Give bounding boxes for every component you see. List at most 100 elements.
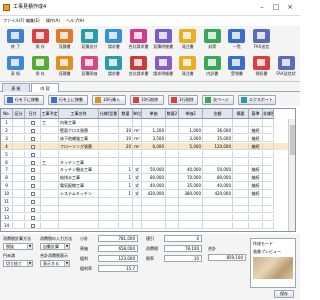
table-row[interactable]: 3 床下地補強工事 10 m² 3,500 3,000 35,000 継続 [1, 134, 295, 143]
table-row[interactable]: 8 給排水工事 1 式 80,000 70,000 80,000 継続 [1, 174, 295, 182]
table-cell-no[interactable]: 4 [1, 142, 13, 151]
table-cell-std[interactable]: 継続 [249, 166, 263, 174]
table-cell-qty2[interactable] [166, 213, 179, 222]
table-cell-price[interactable] [142, 221, 166, 230]
table-cell-name[interactable]: 内装工事 [59, 119, 99, 127]
move-row-up-button[interactable]: 行を上に移動 [48, 95, 88, 105]
close-button[interactable]: × [284, 2, 296, 13]
table-cell-name[interactable]: 給排水工事 [59, 174, 99, 182]
table-cell-qty2[interactable] [166, 174, 179, 182]
table-cell-kubun[interactable] [13, 174, 25, 182]
table-cell-price[interactable] [142, 150, 166, 159]
table-row[interactable]: 6 工キッチン工事 [1, 158, 295, 167]
table-cell-amount[interactable] [203, 213, 233, 222]
table-cell-unit[interactable]: 式 [133, 166, 142, 174]
table-cell-date[interactable] [25, 126, 41, 135]
delete-1-row-button[interactable]: 1行削除 [168, 95, 198, 105]
table-cell-price2[interactable]: 5,000 [179, 142, 203, 151]
table-cell-price[interactable]: 80,000 [142, 174, 166, 182]
table-cell-price[interactable] [142, 205, 166, 214]
toolbar-button-7[interactable]: 見積明細書 [151, 27, 176, 53]
table-row[interactable]: 12 [1, 205, 295, 214]
menu-edit[interactable]: 編集(E) [26, 17, 40, 25]
maximize-button[interactable]: □ [270, 2, 282, 13]
table-cell-date[interactable] [25, 182, 41, 190]
table-row[interactable]: 4 フローリング張替 20 m² 6,000 5,000 120,000 継続 [1, 142, 295, 151]
table-cell-cat[interactable] [41, 198, 59, 206]
table-cell-date[interactable] [25, 134, 41, 143]
table-cell-unit[interactable]: 式 [133, 190, 142, 198]
table-cell-cat[interactable] [41, 213, 59, 222]
table-cell-price2[interactable] [179, 158, 203, 167]
total-field[interactable]: 859,100 [208, 254, 246, 261]
table-cell-price[interactable]: 50,000 [142, 166, 166, 174]
table-cell-price[interactable]: 6,000 [142, 142, 166, 151]
toolbar-button-11[interactable]: FAX送信 [249, 27, 274, 53]
table-cell-qty[interactable] [119, 213, 133, 222]
table-cell-price2[interactable] [179, 150, 203, 159]
table-cell-tax[interactable] [263, 213, 274, 222]
table-cell-qty2[interactable] [166, 158, 179, 167]
table-cell-std[interactable] [249, 198, 263, 206]
table-cell-unit[interactable] [133, 221, 142, 230]
table-cell-name[interactable]: キッチン工事 [59, 158, 99, 167]
table-cell-price2[interactable] [179, 213, 203, 222]
table-cell-unit[interactable] [133, 213, 142, 222]
row-checkbox[interactable] [30, 136, 35, 141]
table-cell-note[interactable] [233, 150, 249, 159]
row-checkbox[interactable] [30, 168, 35, 173]
table-cell-amount[interactable]: 50,000 [203, 166, 233, 174]
table-cell-price[interactable]: 40,000 [142, 182, 166, 190]
table-cell-price[interactable]: 3,500 [142, 134, 166, 143]
table-cell-std[interactable] [249, 158, 263, 167]
table-cell-no[interactable]: 6 [1, 158, 13, 167]
table-cell-unit[interactable] [133, 205, 142, 214]
table-cell-qty[interactable]: 1 [119, 190, 133, 198]
table-cell-date[interactable] [25, 174, 41, 182]
tax-calc-select[interactable]: 税抜 ▼ [3, 243, 33, 250]
table-cell-note[interactable] [233, 119, 249, 127]
table-cell-amount[interactable] [203, 198, 233, 206]
menu-file[interactable]: ファイル(F) [3, 17, 24, 25]
table-cell-no[interactable]: 7 [1, 166, 13, 174]
table-cell-name[interactable] [59, 205, 99, 214]
subtotal-field[interactable]: 781,000 [98, 235, 138, 242]
table-cell-price2[interactable]: 1,000 [179, 126, 203, 135]
row-checkbox[interactable] [30, 223, 35, 228]
discount-field[interactable]: 0 [164, 235, 202, 242]
table-cell-tax[interactable] [263, 174, 274, 182]
table-cell-name[interactable] [59, 213, 99, 222]
table-cell-unit[interactable] [133, 158, 142, 167]
table-cell-date[interactable] [25, 158, 41, 167]
table-cell-kubun[interactable] [13, 150, 25, 159]
table-cell-cat[interactable] [41, 174, 59, 182]
toolbar-button-5[interactable]: 請求書 [101, 54, 126, 80]
table-cell-amount[interactable]: 35,000 [203, 134, 233, 143]
table-cell-qty[interactable]: 1 [119, 166, 133, 174]
minimize-button[interactable]: – [256, 2, 268, 13]
table-cell-no[interactable]: 8 [1, 174, 13, 182]
table-cell-date[interactable] [25, 166, 41, 174]
table-cell-date[interactable] [25, 205, 41, 214]
table-cell-unit[interactable]: 式 [133, 182, 142, 190]
table-cell-no[interactable]: 13 [1, 213, 13, 222]
row-checkbox[interactable] [30, 176, 35, 181]
rounding-select[interactable]: 切り捨て ▼ [3, 260, 33, 267]
table-cell-kubun[interactable] [13, 198, 25, 206]
table-cell-unit[interactable] [133, 198, 142, 206]
table-cell-cat[interactable] [41, 150, 59, 159]
column-header[interactable]: 金額 [203, 109, 233, 119]
table-cell-price2[interactable]: 3,000 [179, 134, 203, 143]
table-cell-kubun[interactable] [13, 134, 25, 143]
table-cell-cat[interactable] [41, 166, 59, 174]
table-cell-spec[interactable] [99, 150, 119, 159]
column-header[interactable]: 日付 [25, 109, 41, 119]
table-cell-spec[interactable] [99, 142, 119, 151]
menu-action[interactable]: 操作(A) [46, 17, 60, 25]
table-row[interactable]: 1 工内装工事 [1, 119, 295, 127]
table-row[interactable]: 14 [1, 221, 295, 230]
toolbar-button-3[interactable]: 見積書 [52, 54, 77, 80]
table-cell-std[interactable] [249, 213, 263, 222]
table-cell-std[interactable]: 継続 [249, 126, 263, 135]
scroll-thumb[interactable] [290, 125, 295, 155]
